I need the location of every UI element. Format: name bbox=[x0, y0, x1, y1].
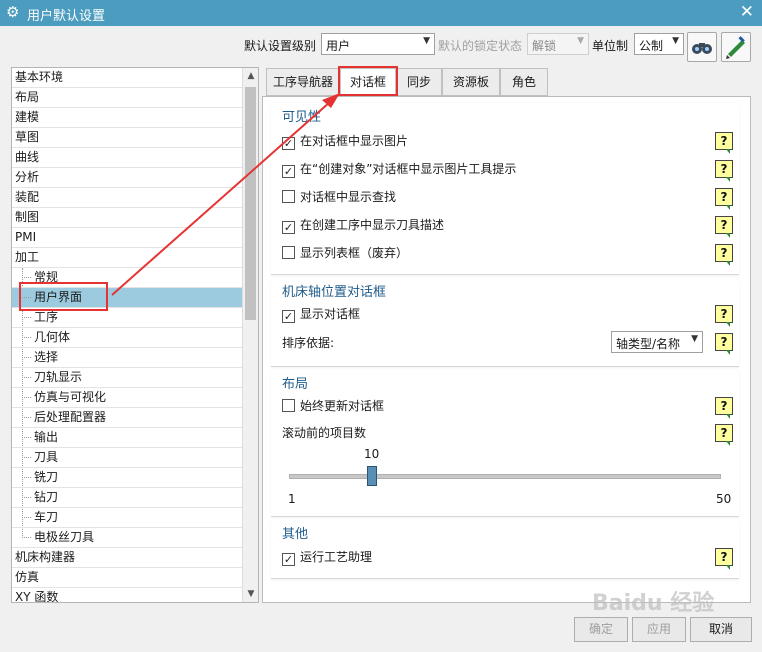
annotation-arrow bbox=[111, 93, 340, 296]
watermark: Baidu 经验 bbox=[592, 591, 715, 616]
